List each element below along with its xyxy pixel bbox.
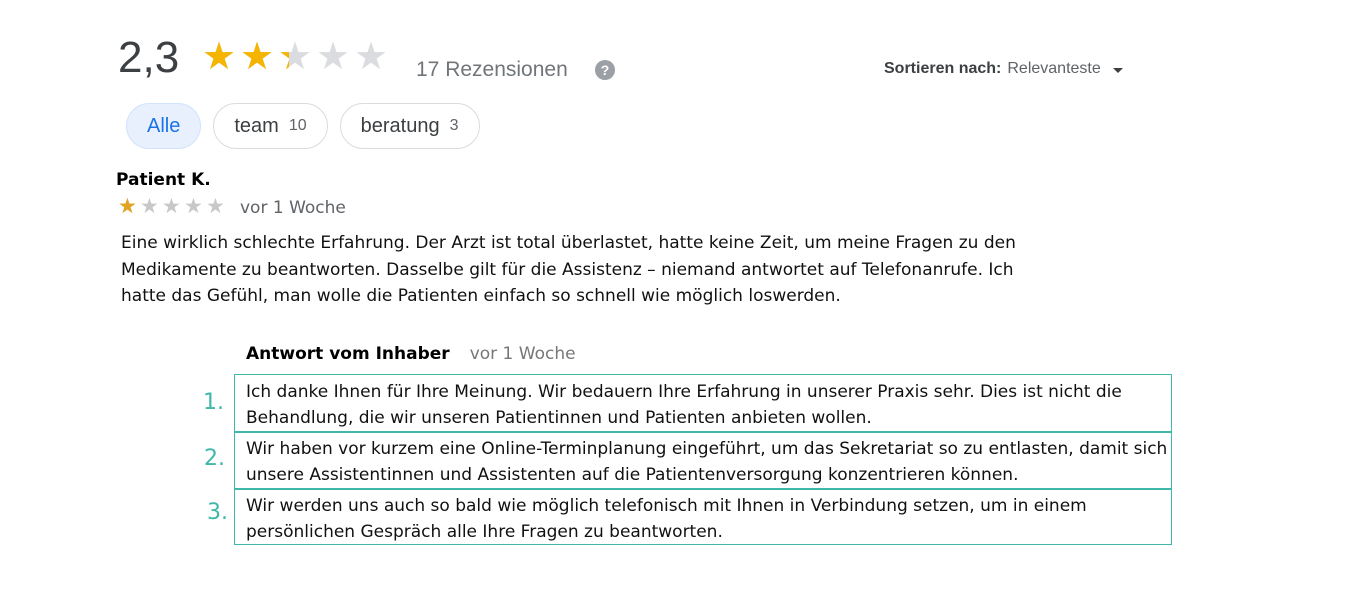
response-part-box: Wir haben vor kurzem eine Online-Terminp… xyxy=(234,431,1172,490)
response-part-number: 2. xyxy=(204,446,225,471)
sort-label: Sortieren nach: xyxy=(884,60,1002,77)
chip-alle[interactable]: Alle xyxy=(126,103,202,149)
response-part-text: Wir werden uns auch so bald wie möglich … xyxy=(246,496,1087,542)
caret-down-icon[interactable] xyxy=(1112,67,1123,73)
review-stars: ★★ ★★ ★★ ★★ ★★ xyxy=(118,196,227,217)
star-half-icon: ★★ xyxy=(278,36,313,78)
average-rating-stars: ★★ ★★ ★★ ★★ ★★ xyxy=(202,38,390,76)
chip-count: 10 xyxy=(288,117,307,134)
filter-chips: Alle team 10 beratung 3 xyxy=(126,103,480,149)
star-icon: ★ ★ xyxy=(118,195,137,218)
star-empty-icon: ★★ xyxy=(140,195,159,218)
review-date: vor 1 Woche xyxy=(240,198,346,218)
response-part-box: Ich danke Ihnen für Ihre Meinung. Wir be… xyxy=(234,374,1172,433)
star-empty-icon: ★★ xyxy=(316,36,351,78)
chip-label: Alle xyxy=(147,114,181,137)
sort-value[interactable]: Relevanteste xyxy=(1007,60,1100,78)
chip-count: 3 xyxy=(449,117,459,134)
chip-team[interactable]: team 10 xyxy=(213,103,328,149)
response-part-number: 3. xyxy=(207,500,228,525)
response-part-box: Wir werden uns auch so bald wie möglich … xyxy=(234,488,1172,545)
chip-label: beratung xyxy=(360,114,440,137)
review-author[interactable]: Patient K. xyxy=(116,170,211,190)
chip-label: team xyxy=(234,114,279,137)
owner-response-date: vor 1 Woche xyxy=(469,344,576,364)
review-count[interactable]: 17 Rezensionen xyxy=(416,58,568,82)
response-part-text: Ich danke Ihnen für Ihre Meinung. Wir be… xyxy=(246,382,1122,428)
sort-dropdown[interactable]: Sortieren nach: Relevanteste xyxy=(884,60,1123,78)
review-text: Eine wirklich schlechte Erfahrung. Der A… xyxy=(121,233,1016,306)
star-empty-icon: ★★ xyxy=(162,195,181,218)
star-icon: ★ ★ xyxy=(202,36,237,78)
star-empty-icon: ★★ xyxy=(354,36,389,78)
response-part-number: 1. xyxy=(203,390,224,415)
star-icon: ★ ★ xyxy=(240,36,275,78)
chip-beratung[interactable]: beratung 3 xyxy=(339,103,480,149)
average-rating: 2,3 xyxy=(118,33,180,82)
owner-response-label: Antwort vom Inhaber xyxy=(246,344,450,364)
star-empty-icon: ★★ xyxy=(184,195,203,218)
response-part-text: Wir haben vor kurzem eine Online-Terminp… xyxy=(246,439,1168,485)
star-empty-icon: ★★ xyxy=(206,195,225,218)
help-icon[interactable]: ? xyxy=(595,60,615,80)
owner-response-header: Antwort vom Inhaber vor 1 Woche xyxy=(246,344,576,364)
